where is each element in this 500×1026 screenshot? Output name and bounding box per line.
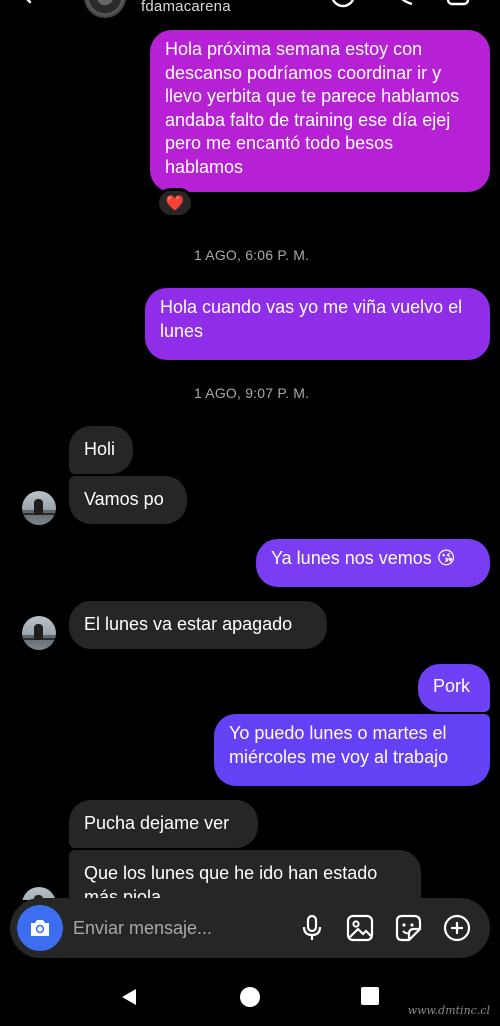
message-incoming[interactable]: Vamos po xyxy=(69,476,187,524)
sender-avatar[interactable] xyxy=(22,616,56,650)
plus-circle-icon[interactable] xyxy=(442,913,472,943)
message-outgoing[interactable]: Hola cuando vas yo me viña vuelvo el lun… xyxy=(145,288,490,360)
message-outgoing[interactable]: Yo puedo lunes o martes el miércoles me … xyxy=(214,714,490,786)
microphone-icon[interactable] xyxy=(297,913,327,943)
message-composer xyxy=(10,898,490,958)
message-incoming[interactable]: El lunes va estar apagado xyxy=(69,601,327,649)
heart-icon: ❤️ xyxy=(165,194,185,212)
message-outgoing[interactable]: Hola próxima semana estoy con descanso p… xyxy=(150,30,490,192)
watermark: www.dmtinc.cl xyxy=(407,1004,490,1017)
message-outgoing[interactable]: Pork xyxy=(418,664,490,712)
sticker-icon[interactable] xyxy=(393,913,423,943)
message-thread[interactable]: Hola próxima semana estoy con descanso p… xyxy=(0,0,500,900)
sender-avatar[interactable] xyxy=(22,491,56,525)
timestamp: 1 AGO, 9:07 P. M. xyxy=(194,385,310,401)
timestamp: 1 AGO, 6:06 P. M. xyxy=(194,247,310,263)
home-circle-icon[interactable] xyxy=(239,986,261,1008)
camera-icon xyxy=(31,920,49,936)
message-incoming[interactable]: Que los lunes que he ido han estado más … xyxy=(69,850,421,900)
message-input[interactable] xyxy=(73,915,283,941)
image-icon[interactable] xyxy=(345,913,375,943)
heart-reaction[interactable]: ❤️ xyxy=(156,188,194,218)
message-incoming[interactable]: Holi xyxy=(69,426,133,474)
message-outgoing[interactable]: Ya lunes nos vemos 😘 xyxy=(256,539,490,587)
message-incoming[interactable]: Pucha dejame ver xyxy=(69,800,258,848)
back-triangle-icon[interactable] xyxy=(118,986,140,1008)
recents-square-icon[interactable] xyxy=(360,986,380,1006)
camera-button[interactable] xyxy=(17,905,63,951)
